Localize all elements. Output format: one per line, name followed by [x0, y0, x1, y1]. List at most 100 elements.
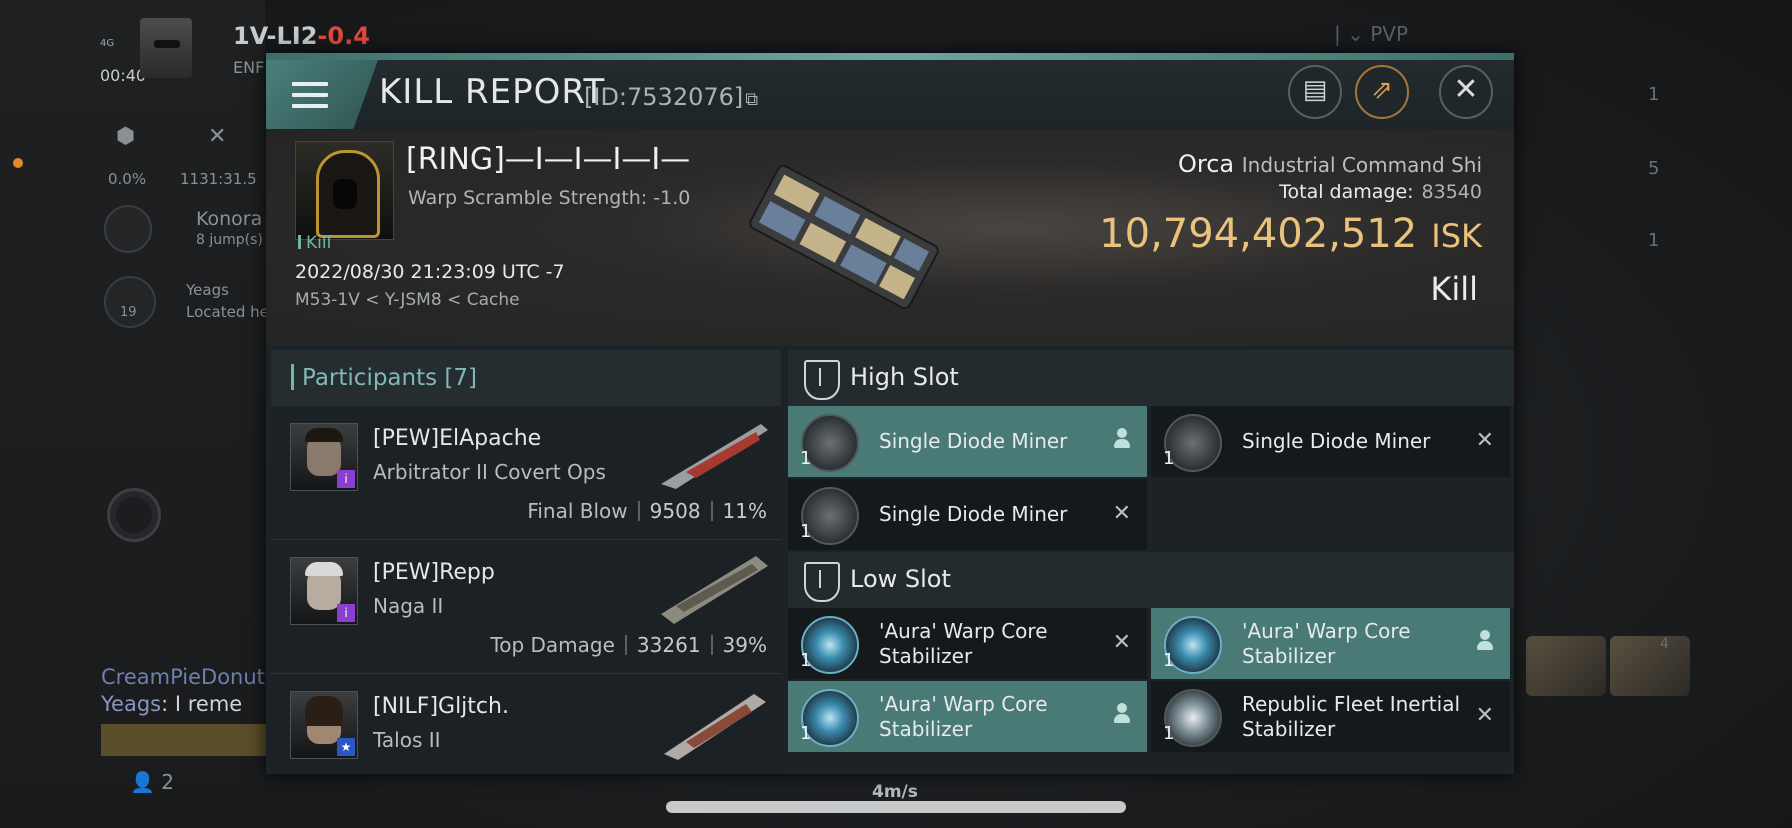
hamburger-icon [292, 82, 328, 115]
kill-tag: Kill [298, 233, 331, 253]
module-item[interactable]: 1 'Aura' Warp Core Stabilizer [788, 681, 1147, 752]
dna-icon[interactable]: ✕ [208, 124, 226, 149]
low-slot-header: Low Slot [788, 552, 1514, 608]
close-button[interactable]: ✕ [1439, 65, 1493, 119]
kill-location[interactable]: M53-1V < Y-JSM8 < Cache [295, 290, 520, 310]
destroyed-x-icon: ✕ [1475, 703, 1494, 728]
high-slot-icon [804, 360, 840, 400]
pvp-filter[interactable]: | ⌄ PVP [1334, 22, 1408, 46]
participant-ship: Arbitrator II Covert Ops [373, 460, 606, 484]
dropped-person-icon [1476, 630, 1494, 658]
target-jumps: 8 jump(s) [196, 232, 263, 248]
home-indicator[interactable] [666, 801, 1126, 813]
target-name[interactable]: Konora [196, 208, 262, 230]
chat-line-2[interactable]: Yeags: I reme [101, 692, 242, 716]
module-name: Single Diode Miner [879, 429, 1068, 453]
participant-stats: Top Damage 33261 39% [490, 633, 767, 657]
victim-ship-image[interactable] [744, 162, 944, 312]
participant-ship: Naga II [373, 594, 444, 618]
victim-portrait[interactable] [295, 141, 394, 240]
kill-report-window: KILL REPORT [ID:7532076] ⧉ ▤ ⇗ ✕ [RING]—I… [266, 53, 1514, 774]
participants-header: Participants [7] [271, 350, 781, 406]
hangar-ship-2[interactable] [1610, 636, 1690, 696]
chat-input-bar[interactable] [101, 724, 271, 756]
stat-percent: 0.0% [108, 170, 147, 188]
right-count-2: 5 [1648, 158, 1660, 179]
module-name: Single Diode Miner [1242, 429, 1431, 453]
participants-panel: Participants [7] i [PEW]ElApache Arbitra… [271, 350, 781, 774]
corp-short: ENF [233, 58, 265, 77]
participant-name: [PEW]ElApache [373, 426, 542, 451]
module-name: 'Aura' Warp Core Stabilizer [879, 618, 1048, 668]
speed-readout: 4m/s [872, 782, 918, 802]
participant-ship-image [661, 424, 768, 489]
kill-datetime: 2022/08/30 21:23:09 UTC -7 [295, 261, 565, 283]
info-badge-icon: i [337, 470, 355, 488]
participant-avatar[interactable]: i [290, 557, 358, 625]
system-name[interactable]: 1V-LI2-0.4 [233, 22, 370, 50]
warp-scramble: Warp Scramble Strength: -1.0 [408, 187, 691, 209]
module-name: Republic Fleet Inertial Stabilizer [1242, 691, 1461, 741]
module-name: Single Diode Miner [879, 502, 1068, 526]
right-count-3: 1 [1648, 230, 1660, 251]
star-badge-icon: ★ [337, 738, 355, 756]
destroyed-x-icon: ✕ [1112, 501, 1131, 526]
copy-icon[interactable]: ⧉ [745, 89, 758, 110]
close-icon: ✕ [1453, 72, 1479, 107]
module-item[interactable]: 1 Republic Fleet Inertial Stabilizer ✕ [1151, 681, 1510, 752]
module-item[interactable]: 1 Single Diode Miner ✕ [1151, 406, 1510, 477]
kill-result: Kill [1430, 270, 1478, 308]
module-item[interactable]: 1 Single Diode Miner ✕ [788, 479, 1147, 550]
participant-row[interactable]: i [PEW]Repp Naga II Top Damage 33261 39% [271, 540, 781, 674]
notification-dot [13, 158, 23, 168]
module-item[interactable]: 1 'Aura' Warp Core Stabilizer ✕ [788, 608, 1147, 679]
hangar-ship-1[interactable] [1526, 636, 1606, 696]
module-item[interactable]: 1 Single Diode Miner [788, 406, 1147, 477]
hood-avatar-icon [316, 150, 380, 238]
fleet-status: Located he [186, 303, 269, 321]
share-icon: ⇗ [1371, 75, 1393, 105]
participant-stats: Final Blow 9508 11% [527, 499, 767, 523]
online-count[interactable]: 👤 2 [130, 770, 174, 794]
clipboard-icon: ▤ [1302, 75, 1328, 105]
chat-line-1[interactable]: CreamPieDonut [101, 665, 265, 689]
destroyed-x-icon: ✕ [1112, 630, 1131, 655]
module-name: 'Aura' Warp Core Stabilizer [879, 691, 1048, 741]
participant-row[interactable]: ★ [NILF]Gljtch. Talos II [271, 674, 781, 774]
participant-avatar[interactable]: i [290, 423, 358, 491]
player-avatar[interactable] [140, 18, 192, 78]
report-id[interactable]: [ID:7532076] ⧉ [584, 83, 758, 111]
participant-avatar[interactable]: ★ [290, 691, 358, 759]
target-ring-icon[interactable] [107, 488, 161, 542]
cargo-icon[interactable]: ⬢ [116, 124, 135, 149]
victim-name[interactable]: [RING]—I—I—I—I— [406, 142, 690, 177]
stat-distance: 1131:31.5 [180, 170, 257, 188]
hangar-count: 4 [1660, 636, 1669, 652]
fleet-count: 19 [120, 305, 137, 320]
participant-name: [PEW]Repp [373, 560, 495, 585]
dropped-person-icon [1113, 703, 1131, 731]
module-name: 'Aura' Warp Core Stabilizer [1242, 618, 1411, 668]
info-badge-icon: i [337, 604, 355, 622]
low-slot-modules: 1 'Aura' Warp Core Stabilizer ✕ 1 'Aura'… [788, 608, 1514, 754]
participant-row[interactable]: i [PEW]ElApache Arbitrator II Covert Ops… [271, 406, 781, 540]
victim-ship[interactable]: Orca Industrial Command Shi [1178, 150, 1482, 178]
system-security: -0.4 [317, 22, 370, 50]
fleet-icon[interactable] [104, 276, 156, 328]
module-item[interactable]: 1 'Aura' Warp Core Stabilizer [1151, 608, 1510, 679]
share-button[interactable]: ⇗ [1355, 65, 1409, 119]
signal-indicator: 4G [100, 38, 115, 49]
participant-name: [NILF]Gljtch. [373, 694, 509, 719]
low-slot-icon [804, 562, 840, 602]
clipboard-button[interactable]: ▤ [1288, 65, 1342, 119]
participant-ship-image [661, 556, 768, 624]
window-top-accent [266, 53, 1514, 60]
isk-value: 10,794,402,512 ISK [1099, 211, 1482, 257]
participant-ship: Talos II [373, 728, 441, 752]
total-damage: Total damage: 83540 [1279, 181, 1482, 203]
pause-button[interactable] [104, 205, 152, 253]
participant-ship-image [664, 694, 766, 760]
victim-banner: [RING]—I—I—I—I— Warp Scramble Strength: … [266, 130, 1514, 346]
high-slot-modules: 1 Single Diode Miner 1 Single Diode Mine… [788, 406, 1514, 552]
fitting-panel: High Slot 1 Single Diode Miner 1 Single … [788, 350, 1514, 774]
